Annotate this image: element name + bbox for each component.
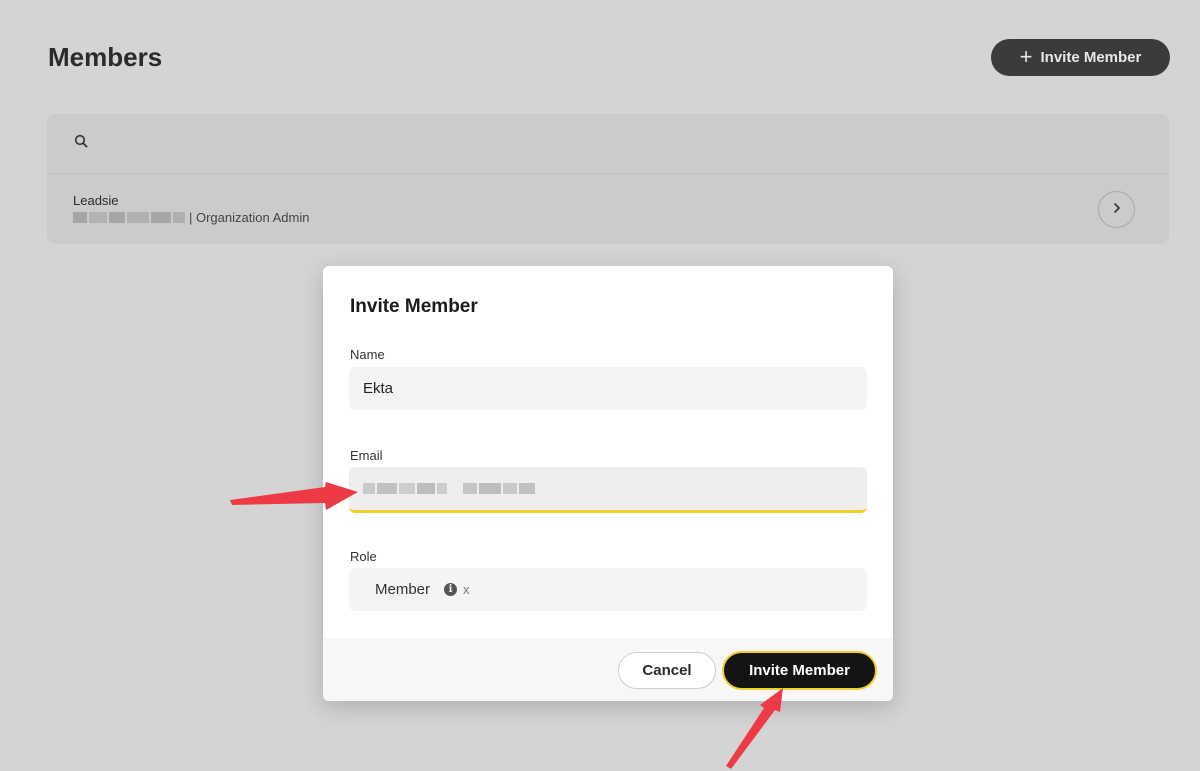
invite-member-dialog: Invite Member Name Ekta Email Role Membe… <box>323 266 893 701</box>
member-open-button[interactable] <box>1098 191 1135 228</box>
chevron-right-icon <box>1112 201 1122 219</box>
redacted-email <box>73 212 185 223</box>
page-title: Members <box>48 42 163 72</box>
role-label: Role <box>350 549 377 564</box>
redacted-email-value <box>363 483 535 494</box>
close-icon[interactable]: x <box>463 582 470 597</box>
dialog-title: Invite Member <box>350 296 478 317</box>
member-name: Leadsie <box>73 193 119 208</box>
member-role: | Organization Admin <box>189 210 310 225</box>
name-label: Name <box>350 347 385 362</box>
search-icon[interactable] <box>74 134 88 153</box>
members-list: Leadsie | Organization Admin <box>47 114 1169 244</box>
name-field[interactable]: Ekta <box>349 367 867 410</box>
invite-member-button[interactable]: + Invite Member <box>991 39 1170 76</box>
dialog-footer: Cancel Invite Member <box>323 638 893 701</box>
name-value: Ekta <box>363 380 394 397</box>
submit-invite-button[interactable]: Invite Member <box>722 651 877 690</box>
list-item[interactable]: Leadsie | Organization Admin <box>47 174 1169 244</box>
role-chip: Member i x <box>349 581 470 598</box>
email-label: Email <box>350 448 383 463</box>
members-page: Members + Invite Member Leadsie | Organi… <box>0 0 1200 771</box>
role-value: Member <box>375 581 431 598</box>
plus-icon: + <box>1019 43 1033 69</box>
member-details: | Organization Admin <box>73 210 309 225</box>
search-bar[interactable] <box>47 114 1169 174</box>
role-select[interactable]: Member i x <box>349 568 867 611</box>
cancel-button[interactable]: Cancel <box>618 652 716 689</box>
invite-member-button-label: Invite Member <box>1040 49 1142 66</box>
email-field[interactable] <box>349 467 867 513</box>
info-icon[interactable]: i <box>444 583 458 596</box>
